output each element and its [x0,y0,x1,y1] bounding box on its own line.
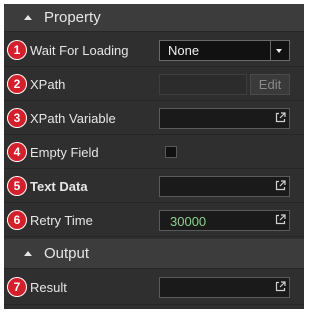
xpath-variable-label: XPath Variable [30,111,116,126]
wait-for-loading-label: Wait For Loading [30,43,129,58]
open-external-icon[interactable] [275,281,286,292]
text-data-field[interactable] [159,176,290,197]
step-badge: 4 [7,142,27,162]
retry-time-label: Retry Time [30,213,93,228]
empty-field-label: Empty Field [30,145,99,160]
property-section-title: Property [44,9,101,26]
row-xpath-variable: 3 XPath Variable [4,102,304,135]
output-section-title: Output [44,245,90,262]
step-badge: 7 [7,277,27,297]
result-field[interactable] [159,277,290,298]
property-section-header[interactable]: Property [4,4,304,32]
text-data-label: Text Data [30,179,88,194]
open-external-icon[interactable] [275,180,286,191]
output-section-header[interactable]: Output [4,239,304,269]
retry-time-value: 30000 [170,214,207,229]
open-external-icon[interactable] [275,112,286,123]
row-wait-for-loading: 1 Wait For Loading None [4,34,304,67]
retry-time-field[interactable]: 30000 [159,210,290,231]
caret-up-icon [24,15,32,20]
step-badge: 5 [7,176,27,196]
step-badge: 3 [7,108,27,128]
step-badge: 2 [7,74,27,94]
row-result: 7 Result [4,271,304,305]
caret-up-icon [24,251,32,256]
xpath-variable-field[interactable] [159,108,290,129]
open-external-icon[interactable] [275,214,286,225]
wait-for-loading-dropdown[interactable]: None [159,40,290,61]
property-panel: Property 1 Wait For Loading None 2 XPath… [4,4,304,309]
row-text-data: 5 Text Data [4,170,304,203]
chevron-down-icon [276,49,282,53]
xpath-input[interactable] [159,74,247,95]
result-label: Result [30,280,67,295]
wait-for-loading-value: None [168,43,200,58]
row-xpath: 2 XPath Edit [4,68,304,101]
step-badge: 1 [7,40,27,60]
row-empty-field: 4 Empty Field [4,136,304,169]
row-retry-time: 6 Retry Time 30000 [4,204,304,237]
xpath-label: XPath [30,77,66,92]
step-badge: 6 [7,210,27,230]
xpath-edit-button[interactable]: Edit [250,74,290,95]
dropdown-toggle[interactable] [270,41,289,60]
empty-field-checkbox[interactable] [165,146,177,158]
